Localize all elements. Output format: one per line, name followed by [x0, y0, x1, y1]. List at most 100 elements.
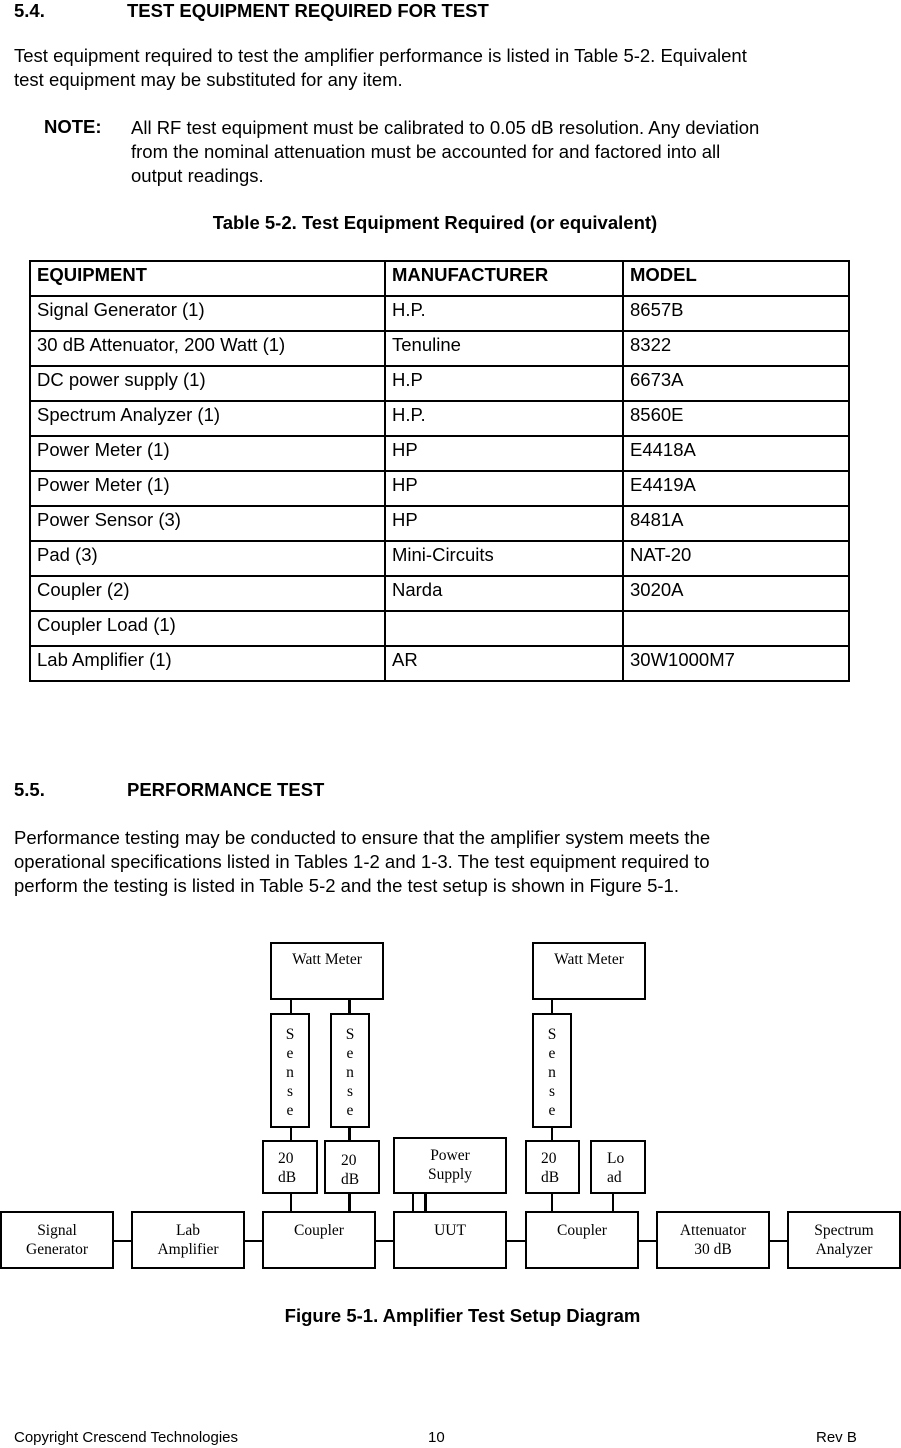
cell-model	[622, 610, 850, 647]
cell-equipment: Pad (3)	[29, 540, 386, 577]
connector-line	[348, 1126, 351, 1140]
connector-line	[551, 998, 553, 1014]
signal-generator: Signal Generator	[0, 1211, 114, 1269]
attenuator-30db: Attenuator 30 dB	[656, 1211, 770, 1269]
power-sensor-2: Sense	[330, 1013, 370, 1128]
connector-line	[551, 1126, 553, 1140]
figure-caption: Figure 5-1. Amplifier Test Setup Diagram	[284, 1305, 641, 1326]
cell-equipment: Spectrum Analyzer (1)	[29, 400, 386, 437]
paragraph-line: perform the testing is listed in Table 5…	[14, 875, 679, 896]
section-title: TEST EQUIPMENT REQUIRED FOR TEST	[127, 0, 489, 21]
connector-line	[290, 998, 292, 1014]
connector-line	[243, 1240, 263, 1242]
note-text: All RF test equipment must be calibrated…	[131, 116, 891, 188]
footer-copyright: Copyright Crescend Technologies	[14, 1429, 239, 1446]
watt-meter-2: Watt Meter	[532, 942, 646, 1000]
note-line: output readings.	[131, 165, 264, 186]
header-equipment: EQUIPMENT	[29, 260, 386, 297]
cell-equipment: Power Sensor (3)	[29, 505, 386, 542]
pad-20db-3: 20 dB	[525, 1140, 580, 1194]
lab-amplifier: Lab Amplifier	[131, 1211, 245, 1269]
cell-model: 8322	[622, 330, 850, 367]
uut: UUT	[393, 1211, 507, 1269]
cell-equipment: Lab Amplifier (1)	[29, 645, 386, 682]
cell-model: 8657B	[622, 295, 850, 332]
cell-model: 8560E	[622, 400, 850, 437]
footer-page-number: 10	[428, 1429, 445, 1446]
pad-20db-1: 20 dB	[262, 1140, 318, 1194]
cell-manufacturer: Mini-Circuits	[384, 540, 624, 577]
cell-manufacturer: H.P.	[384, 295, 624, 332]
cell-manufacturer: HP	[384, 505, 624, 542]
section-title: PERFORMANCE TEST	[127, 779, 325, 800]
power-sensor-1: Sense	[270, 1013, 310, 1128]
watt-meter-label: Watt Meter	[292, 951, 362, 968]
watt-meter-label: Watt Meter	[554, 951, 624, 968]
connector-line	[424, 1192, 427, 1212]
paragraph-line: test equipment may be substituted for an…	[14, 69, 403, 90]
header-model: MODEL	[622, 260, 850, 297]
section-number: 5.5.	[14, 779, 45, 800]
cell-equipment: Power Meter (1)	[29, 435, 386, 472]
paragraph-line: Performance testing may be conducted to …	[14, 827, 711, 848]
cell-model: E4419A	[622, 470, 850, 507]
coupler-load: Lo ad	[590, 1140, 646, 1194]
coupler-2: Coupler	[525, 1211, 639, 1269]
table-caption: Table 5-2. Test Equipment Required (or e…	[212, 212, 658, 233]
connector-line	[375, 1240, 395, 1242]
intro-paragraph: Test equipment required to test the ampl…	[14, 44, 747, 92]
cell-equipment: Coupler (2)	[29, 575, 386, 612]
cell-equipment: DC power supply (1)	[29, 365, 386, 402]
connector-line	[612, 1194, 614, 1212]
cell-equipment: Power Meter (1)	[29, 470, 386, 507]
header-manufacturer: MANUFACTURER	[384, 260, 624, 297]
table-row: DC power supply (1) H.P 6673A	[29, 365, 850, 402]
connector-line	[348, 998, 351, 1014]
table-header-row: EQUIPMENT MANUFACTURER MODEL	[29, 260, 850, 297]
performance-paragraph: Performance testing may be conducted to …	[14, 826, 710, 898]
connector-line	[506, 1240, 526, 1242]
connector-line	[290, 1126, 292, 1140]
paragraph-line: operational specifications listed in Tab…	[14, 851, 710, 872]
connector-line	[551, 1194, 553, 1212]
power-sensor-3: Sense	[532, 1013, 572, 1128]
cell-manufacturer: AR	[384, 645, 624, 682]
table-row: Lab Amplifier (1) AR 30W1000M7	[29, 645, 850, 682]
table-row: Power Meter (1) HP E4418A	[29, 435, 850, 472]
connector-line	[768, 1240, 788, 1242]
coupler-1: Coupler	[262, 1211, 376, 1269]
note-label: NOTE:	[44, 116, 102, 137]
section-5-4-heading: 5.4. TEST EQUIPMENT REQUIRED FOR TEST	[0, 0, 901, 24]
footer-revision: Rev B	[816, 1429, 857, 1446]
cell-manufacturer: H.P.	[384, 400, 624, 437]
cell-model: E4418A	[622, 435, 850, 472]
table-row: Power Meter (1) HP E4419A	[29, 470, 850, 507]
table-row: Signal Generator (1) H.P. 8657B	[29, 295, 850, 332]
table-row: Coupler (2) Narda 3020A	[29, 575, 850, 612]
table-row: Power Sensor (3) HP 8481A	[29, 505, 850, 542]
cell-model: 30W1000M7	[622, 645, 850, 682]
cell-equipment: 30 dB Attenuator, 200 Watt (1)	[29, 330, 386, 367]
cell-model: 8481A	[622, 505, 850, 542]
cell-model: 6673A	[622, 365, 850, 402]
watt-meter-1: Watt Meter	[270, 942, 384, 1000]
cell-model: 3020A	[622, 575, 850, 612]
cell-model: NAT-20	[622, 540, 850, 577]
table-row: Pad (3) Mini-Circuits NAT-20	[29, 540, 850, 577]
cell-equipment: Signal Generator (1)	[29, 295, 386, 332]
paragraph-line: Test equipment required to test the ampl…	[14, 45, 747, 66]
connector-line	[637, 1240, 657, 1242]
cell-manufacturer: HP	[384, 435, 624, 472]
pad-20db-2: 20 dB	[324, 1140, 380, 1194]
equipment-table: EQUIPMENT MANUFACTURER MODEL Signal Gene…	[29, 260, 850, 682]
section-5-5-heading: 5.5. PERFORMANCE TEST	[0, 779, 901, 803]
cell-manufacturer	[384, 610, 624, 647]
section-number: 5.4.	[14, 0, 45, 21]
test-setup-diagram: Watt Meter Watt Meter Sense Sense Sense …	[0, 930, 901, 1280]
power-supply: Power Supply	[393, 1137, 507, 1194]
cell-equipment: Coupler Load (1)	[29, 610, 386, 647]
cell-manufacturer: Narda	[384, 575, 624, 612]
cell-manufacturer: Tenuline	[384, 330, 624, 367]
cell-manufacturer: HP	[384, 470, 624, 507]
note-line: from the nominal attenuation must be acc…	[131, 141, 721, 162]
